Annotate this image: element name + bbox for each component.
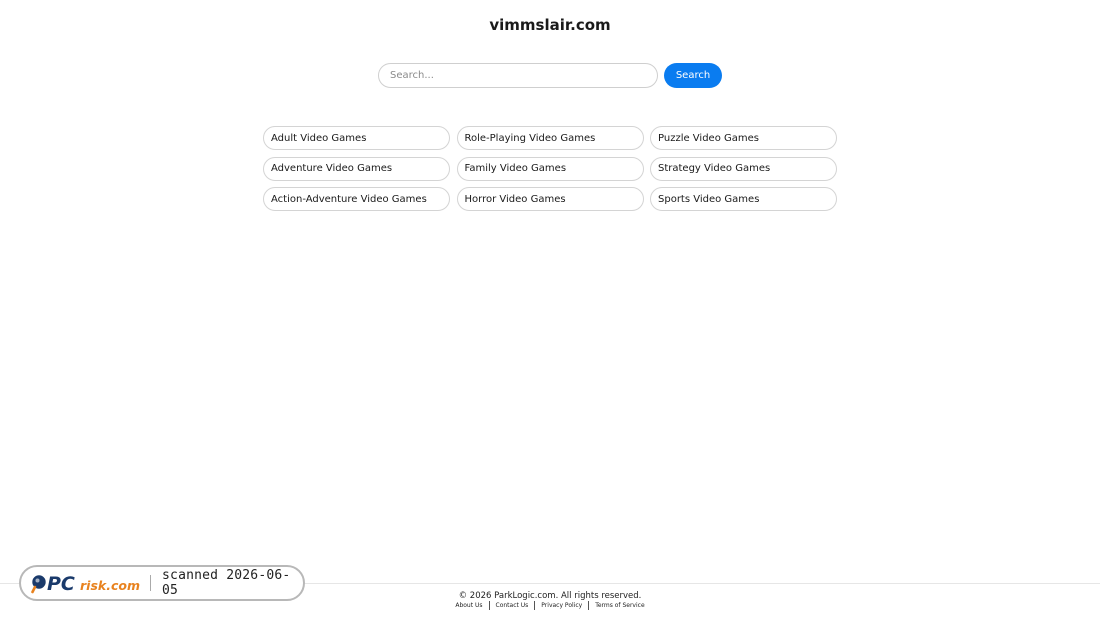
page: vimmslair.com Search Adult Video Games R…	[0, 0, 1100, 619]
scan-date-text: scanned 2026-06-05	[162, 568, 291, 598]
category-link-strategy[interactable]: Strategy Video Games	[650, 156, 837, 181]
svg-text:PC: PC	[47, 573, 75, 595]
watermark-divider	[150, 575, 152, 591]
category-link-role-playing[interactable]: Role-Playing Video Games	[456, 126, 644, 150]
category-link-family[interactable]: Family Video Games	[456, 156, 644, 181]
pcrisk-logo: PC risk.com	[31, 571, 150, 595]
svg-text:risk.com: risk.com	[80, 578, 140, 593]
footer-link-terms[interactable]: Terms of Service	[589, 601, 650, 610]
category-link-action-adventure[interactable]: Action-Adventure Video Games	[263, 187, 450, 211]
pcrisk-logo-icon: PC risk.com	[31, 573, 140, 595]
category-link-sports[interactable]: Sports Video Games	[650, 187, 837, 211]
footer-link-contact[interactable]: Contact Us	[490, 601, 535, 610]
category-link-adult[interactable]: Adult Video Games	[263, 126, 450, 150]
footer-link-about[interactable]: About Us	[449, 601, 488, 610]
site-title: vimmslair.com	[489, 16, 611, 34]
footer-link-privacy[interactable]: Privacy Policy	[535, 601, 588, 610]
pcrisk-watermark: PC risk.com scanned 2026-06-05	[19, 565, 305, 601]
footer-links: About Us Contact Us Privacy Policy Terms…	[0, 601, 1100, 610]
category-link-horror[interactable]: Horror Video Games	[456, 187, 644, 211]
search-bar: Search	[378, 63, 722, 88]
search-button[interactable]: Search	[664, 63, 722, 88]
search-input[interactable]	[378, 63, 658, 88]
category-link-adventure[interactable]: Adventure Video Games	[263, 156, 450, 181]
category-grid: Adult Video Games Role-Playing Video Gam…	[263, 126, 837, 211]
category-link-puzzle[interactable]: Puzzle Video Games	[650, 126, 837, 150]
